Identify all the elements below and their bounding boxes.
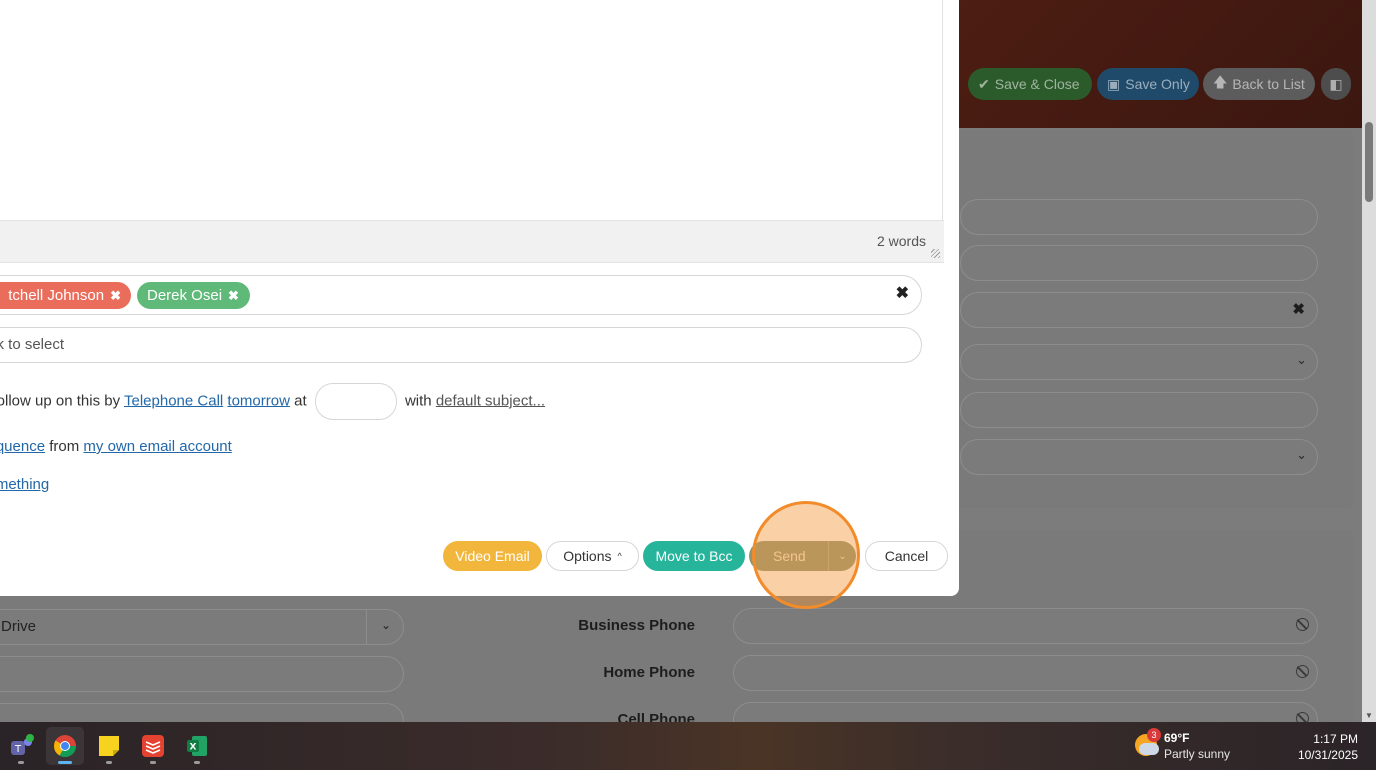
- app-indicator: [150, 761, 156, 764]
- select-placeholder: ck to select: [0, 336, 65, 353]
- teams-glyph: T: [11, 734, 34, 755]
- block-icon: [1296, 618, 1309, 631]
- bg-field-1[interactable]: [960, 199, 1318, 235]
- followup-subject-link[interactable]: default subject...: [436, 392, 545, 409]
- recipient-tag[interactable]: tchell Johnson ✖: [0, 282, 131, 309]
- arrow-up-icon: 🡅: [1213, 74, 1228, 90]
- back-to-list-button[interactable]: 🡅 Back to List: [1203, 68, 1315, 100]
- sequence-link[interactable]: sequence: [0, 438, 45, 455]
- block-icon: [1296, 665, 1309, 678]
- taskbar: T X 3 69°F Partly sunny 1:17 PM 10/31/20…: [0, 722, 1376, 770]
- app-indicator: [106, 761, 112, 764]
- home-phone-label: Home Phone: [603, 664, 695, 681]
- chevron-up-icon: ^: [617, 551, 622, 561]
- weather-temp: 69°F: [1164, 731, 1190, 745]
- select-field[interactable]: ck to select: [0, 327, 922, 363]
- scrollbar-thumb[interactable]: [1365, 122, 1373, 202]
- weather-condition: Partly sunny: [1164, 747, 1231, 761]
- app-indicator: [58, 761, 72, 764]
- chevron-down-icon: ⌄: [1296, 352, 1307, 367]
- cloud-icon: [1139, 743, 1159, 755]
- move-to-bcc-button[interactable]: Move to Bcc: [643, 541, 745, 571]
- sticky-notes-icon[interactable]: [90, 727, 128, 765]
- bg-field-3[interactable]: ✖: [960, 292, 1318, 328]
- followup-method-link[interactable]: Telephone Call: [124, 392, 223, 409]
- followup-line: o follow up on this by Telephone Call to…: [0, 383, 545, 420]
- weather-badge: 3: [1147, 728, 1161, 742]
- chrome-icon[interactable]: [46, 727, 84, 765]
- chevron-down-icon: ⌄: [380, 618, 391, 632]
- scroll-down-icon[interactable]: ▼: [1365, 711, 1373, 720]
- clear-recipients-icon[interactable]: ✖: [896, 283, 909, 303]
- panel-toggle-button[interactable]: ◧: [1321, 68, 1351, 100]
- followup-when-link[interactable]: tomorrow: [227, 392, 290, 409]
- word-count: 2 words: [876, 233, 926, 249]
- bg-field-2[interactable]: [960, 245, 1318, 281]
- svg-text:T: T: [14, 744, 22, 755]
- sidebar-icon: ◧: [1329, 75, 1343, 92]
- svg-text:X: X: [190, 743, 197, 753]
- business-phone-label: Business Phone: [578, 617, 695, 634]
- options-button[interactable]: Options ^: [546, 541, 639, 571]
- business-phone-input[interactable]: [733, 608, 1318, 644]
- weather-widget[interactable]: 3 69°F Partly sunny: [1133, 728, 1253, 764]
- bg-select-1[interactable]: ⌄: [960, 344, 1318, 380]
- excel-glyph: X: [187, 736, 207, 756]
- todoist-glyph: [142, 735, 164, 757]
- app-indicator: [194, 761, 200, 764]
- cell-phone-input[interactable]: [733, 702, 1318, 722]
- video-email-button[interactable]: Video Email: [443, 541, 542, 571]
- recipients-field[interactable]: tchell Johnson ✖ Derek Osei ✖ ✖: [0, 275, 922, 315]
- recipient-tag[interactable]: Derek Osei ✖: [137, 282, 250, 309]
- sequence-line: sequence from my own email account: [0, 438, 232, 455]
- cancel-button[interactable]: Cancel: [865, 541, 948, 571]
- excel-icon[interactable]: X: [178, 727, 216, 765]
- system-clock[interactable]: 1:17 PM 10/31/2025: [1298, 731, 1358, 763]
- clock-date: 10/31/2025: [1297, 748, 1358, 762]
- save-close-button[interactable]: ✔ Save & Close: [968, 68, 1092, 100]
- sticky-glyph: [99, 736, 119, 756]
- clear-icon[interactable]: ✖: [1292, 300, 1305, 318]
- email-account-link[interactable]: my own email account: [83, 438, 231, 455]
- home-phone-input[interactable]: [733, 655, 1318, 691]
- bg-field-4[interactable]: [960, 392, 1318, 428]
- remove-tag-icon[interactable]: ✖: [228, 288, 239, 304]
- something-link[interactable]: something: [0, 476, 49, 493]
- divider: [366, 610, 367, 644]
- followup-time-input[interactable]: [314, 383, 397, 420]
- editor-status-bar: 2 words: [0, 220, 944, 263]
- save-icon: ▣: [1107, 75, 1121, 92]
- block-icon: [1296, 712, 1309, 722]
- check-icon: ✔: [978, 75, 990, 92]
- save-only-button[interactable]: ▣ Save Only: [1097, 68, 1199, 100]
- chevron-down-icon: ⌄: [1296, 447, 1307, 462]
- teams-icon[interactable]: T: [2, 727, 40, 765]
- app-indicator: [18, 761, 24, 764]
- resize-handle-icon[interactable]: [931, 249, 940, 258]
- cell-phone-label: Cell Phone: [617, 711, 695, 722]
- click-highlight: [752, 501, 860, 609]
- todoist-icon[interactable]: [134, 727, 172, 765]
- bg-left-field-3[interactable]: [0, 703, 404, 722]
- bg-select-2[interactable]: ⌄: [960, 439, 1318, 475]
- bg-left-field-2[interactable]: [0, 656, 404, 692]
- bg-drive-select[interactable]: Drive ⌄: [0, 609, 404, 645]
- clock-time: 1:17 PM: [1313, 732, 1358, 746]
- remove-tag-icon[interactable]: ✖: [110, 288, 121, 304]
- chrome-glyph: [54, 735, 76, 757]
- page-scrollbar[interactable]: ▼: [1362, 0, 1376, 722]
- something-line: something: [0, 476, 49, 493]
